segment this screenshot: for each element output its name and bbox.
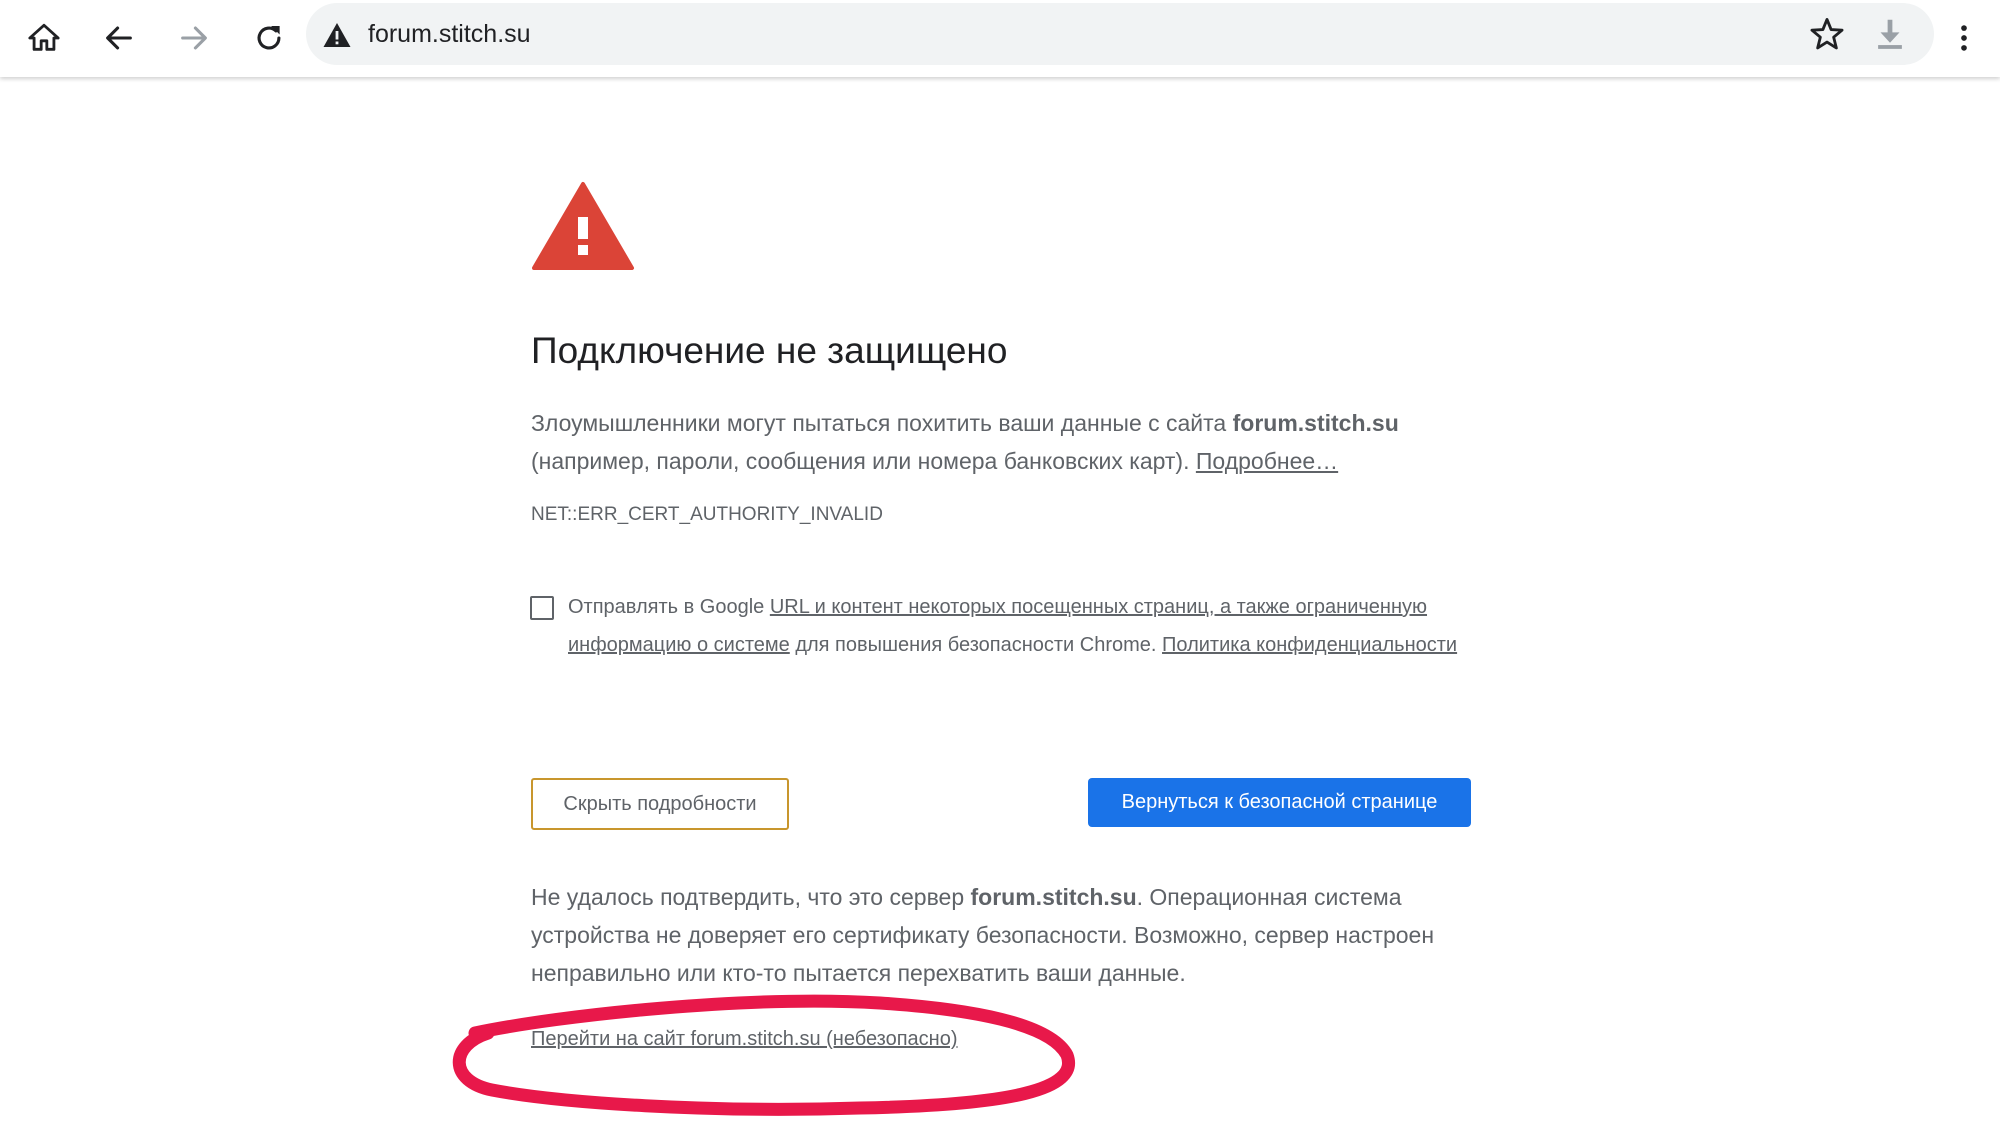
details-message: Не удалось подтвердить, что это сервер f… — [531, 878, 1471, 992]
proceed-unsafe-link[interactable]: Перейти на сайт forum.stitch.su (небезоп… — [531, 1028, 958, 1051]
hide-details-button[interactable]: Скрыть подробности — [531, 778, 789, 830]
main-message-text: Злоумышленники могут пытаться похитить в… — [531, 410, 1227, 436]
privacy-policy-link[interactable]: Политика конфиденциальности — [1162, 634, 1457, 656]
main-message: Злоумышленники могут пытаться похитить в… — [531, 404, 1471, 480]
danger-triangle-icon — [532, 182, 634, 270]
optin-prefix: Отправлять в Google — [568, 596, 765, 618]
home-button[interactable] — [15, 9, 73, 67]
optin-checkbox[interactable] — [530, 596, 554, 620]
highlight-annotation — [452, 994, 1075, 1116]
host-name: forum.stitch.su — [1232, 410, 1399, 436]
address-bar[interactable]: forum.stitch.su — [306, 3, 1934, 65]
main-message-text-2: (например, пароли, сообщения или номера … — [531, 448, 1190, 474]
download-icon[interactable] — [1871, 15, 1909, 53]
arrow-back-icon — [106, 26, 132, 50]
details-text-1: Не удалось подтвердить, что это сервер — [531, 884, 965, 910]
back-to-safety-button[interactable]: Вернуться к безопасной странице — [1088, 778, 1471, 827]
url-text[interactable]: forum.stitch.su — [368, 3, 531, 65]
optin-label: Отправлять в Google URL и контент некото… — [568, 588, 1473, 664]
page-title: Подключение не защищено — [531, 330, 1008, 371]
optin-middle: для повышения безопасности Chrome. — [795, 634, 1157, 656]
details-host-name: forum.stitch.su — [970, 884, 1137, 910]
star-outline-icon[interactable] — [1808, 15, 1846, 53]
warning-triangle-icon[interactable] — [322, 21, 352, 49]
learn-more-link[interactable]: Подробнее… — [1196, 448, 1338, 474]
home-icon — [28, 23, 60, 51]
menu-button[interactable] — [1936, 9, 1992, 67]
error-code: NET::ERR_CERT_AUTHORITY_INVALID — [531, 504, 883, 525]
more-vert-icon — [1961, 25, 1967, 51]
reload-button[interactable] — [240, 9, 298, 67]
arrow-forward-icon — [181, 26, 207, 50]
reload-icon — [257, 25, 281, 50]
forward-button[interactable] — [165, 9, 223, 67]
browser-toolbar: forum.stitch.su — [0, 0, 2000, 77]
back-button[interactable] — [90, 9, 148, 67]
